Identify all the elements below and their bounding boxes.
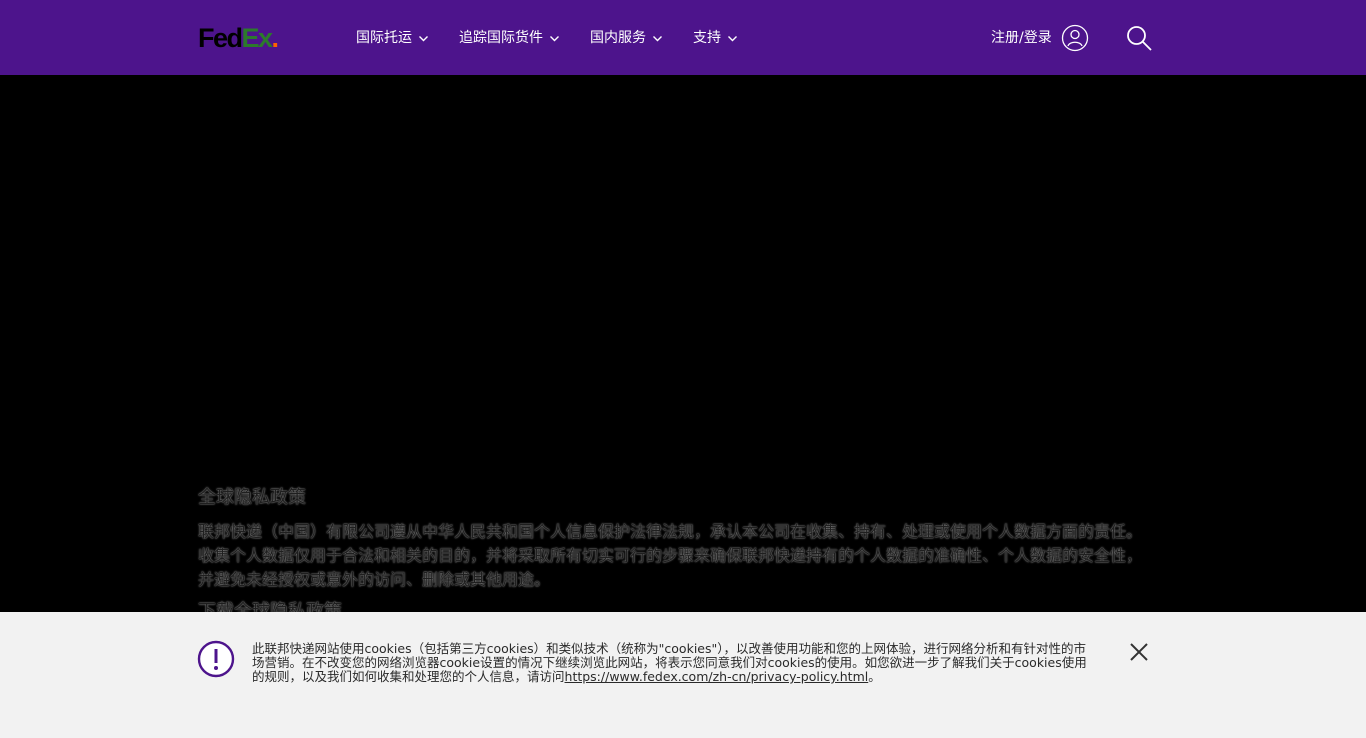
nav-item-support[interactable]: 支持 bbox=[693, 28, 738, 48]
logo-fed: Fed bbox=[198, 23, 243, 53]
login-link[interactable]: 注册/登录 bbox=[991, 28, 1052, 48]
cookie-banner: 此联邦快递网站使用cookies（包括第三方cookies）和类似技术（统称为"… bbox=[0, 612, 1366, 738]
cookie-notice-text: 此联邦快递网站使用cookies（包括第三方cookies）和类似技术（统称为"… bbox=[252, 642, 1088, 684]
privacy-policy-body: 联邦快递（中国）有限公司遵从中华人民共和国个人信息保护法律法规，承认本公司在收集… bbox=[198, 522, 1143, 589]
nav-item-track-international[interactable]: 追踪国际货件 bbox=[459, 28, 560, 48]
user-icon[interactable] bbox=[1061, 24, 1089, 52]
nav-item-international-shipping[interactable]: 国际托运 bbox=[356, 28, 429, 48]
close-icon[interactable] bbox=[1128, 641, 1150, 663]
chevron-down-icon bbox=[419, 35, 428, 41]
chevron-down-icon bbox=[550, 35, 559, 41]
search-icon[interactable] bbox=[1125, 24, 1153, 52]
nav-item-domestic-services[interactable]: 国内服务 bbox=[590, 28, 663, 48]
alert-icon bbox=[197, 640, 235, 678]
privacy-policy-link[interactable]: https://www.fedex.com/zh-cn/privacy-poli… bbox=[565, 669, 869, 684]
nav-label: 支持 bbox=[693, 30, 721, 46]
logo-ex: Ex bbox=[241, 23, 274, 53]
site-header: FedEx. 国际托运 追踪国际货件 国内服务 支持 注册/登录 bbox=[0, 0, 1366, 75]
logo-dot: . bbox=[271, 23, 280, 53]
chevron-down-icon bbox=[728, 35, 737, 41]
cookie-notice-suffix: 。 bbox=[868, 669, 881, 684]
nav-label: 追踪国际货件 bbox=[459, 30, 543, 46]
nav-label: 国内服务 bbox=[590, 30, 646, 46]
privacy-policy-title: 全球隐私政策 bbox=[198, 487, 306, 508]
fedex-logo[interactable]: FedEx. bbox=[198, 22, 280, 54]
nav-label: 国际托运 bbox=[356, 30, 412, 46]
chevron-down-icon bbox=[653, 35, 662, 41]
